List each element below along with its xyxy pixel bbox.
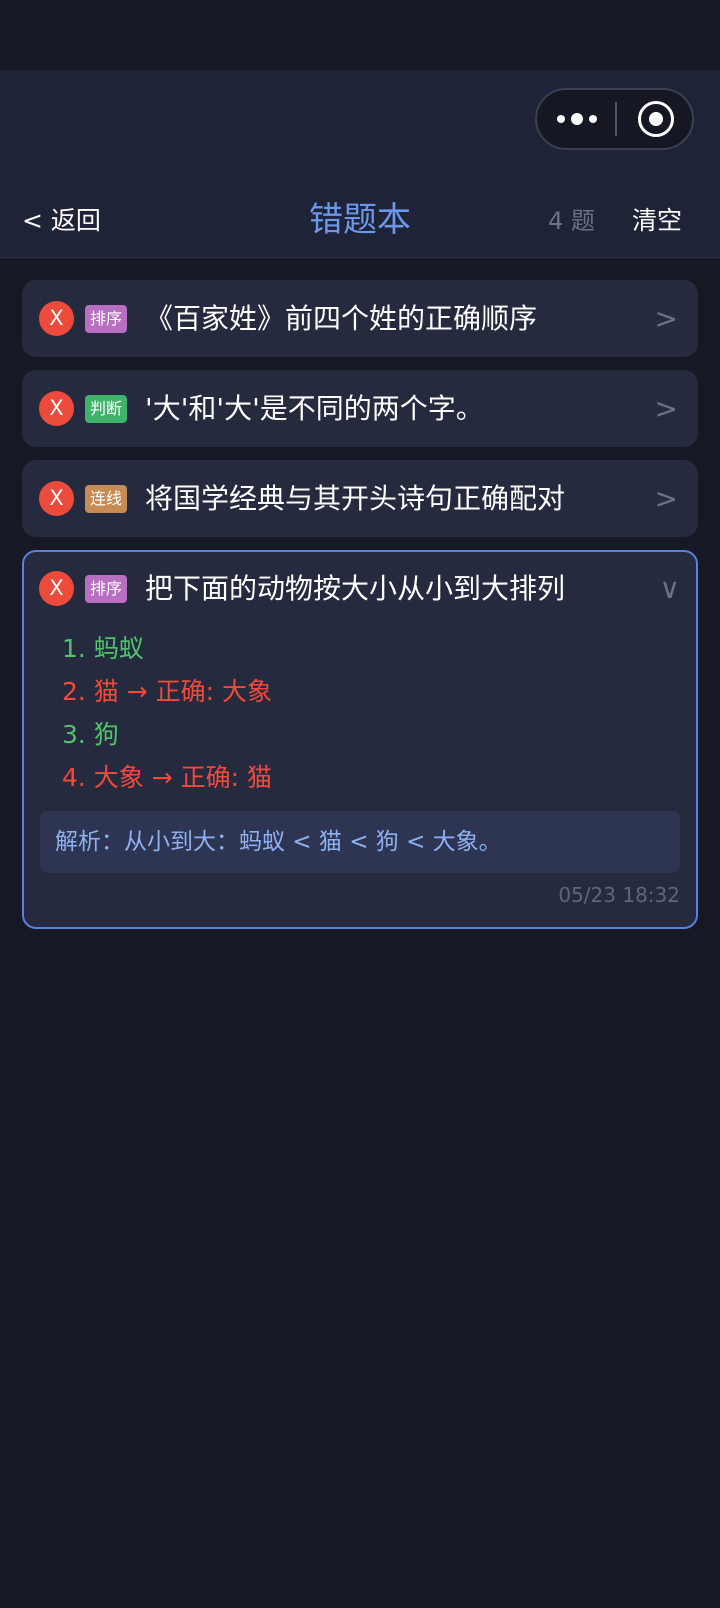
answer-item: 4. 大象 → 正确: 猫 [62, 763, 273, 792]
question-type-tag: 连线 [85, 485, 128, 513]
question-title: 把下面的动物按大小从小到大排列 [145, 572, 566, 605]
wrong-mark-icon: X [39, 571, 74, 606]
chevron-right-icon: > [654, 392, 678, 425]
wrong-question-list: X 排序 《百家姓》前四个姓的正确顺序 > X 判断 '大'和'大'是不同的两个… [22, 280, 698, 942]
question-card[interactable]: X 连线 将国学经典与其开头诗句正确配对 > [22, 460, 698, 537]
status-bar [0, 0, 720, 70]
more-dots-icon[interactable] [537, 90, 616, 148]
question-count: 4 题 [548, 207, 595, 235]
question-title: 《百家姓》前四个姓的正确顺序 [145, 302, 538, 335]
question-card[interactable]: X 排序 《百家姓》前四个姓的正确顺序 > [22, 280, 698, 357]
question-type-tag: 排序 [85, 305, 128, 333]
question-title: '大'和'大'是不同的两个字。 [145, 392, 484, 425]
clear-button[interactable]: 清空 [632, 200, 682, 242]
question-type-tag: 判断 [85, 395, 128, 423]
question-card-expanded[interactable]: X 排序 把下面的动物按大小从小到大排列 ∨ 1. 蚂蚁 2. 猫 → 正确: … [22, 550, 698, 929]
question-card[interactable]: X 判断 '大'和'大'是不同的两个字。 > [22, 370, 698, 447]
chevron-right-icon: > [654, 302, 678, 335]
timestamp: 05/23 18:32 [558, 883, 680, 907]
analysis-box: 解析：从小到大：蚂蚁 < 猫 < 狗 < 大象。 [40, 811, 680, 873]
question-type-tag: 排序 [85, 575, 128, 603]
target-circle-icon[interactable] [617, 90, 694, 148]
wrong-mark-icon: X [39, 301, 74, 336]
answer-item: 1. 蚂蚁 [62, 634, 144, 663]
mini-program-capsule [535, 88, 694, 150]
answer-item: 3. 狗 [62, 720, 119, 749]
chevron-down-icon[interactable]: ∨ [660, 570, 681, 608]
back-button[interactable]: < 返回 [22, 200, 101, 242]
wrong-mark-icon: X [39, 391, 74, 426]
answer-list: 1. 蚂蚁 2. 猫 → 正确: 大象 3. 狗 4. 大象 → 正确: 猫 [24, 627, 696, 799]
question-title: 将国学经典与其开头诗句正确配对 [145, 482, 566, 515]
answer-item: 2. 猫 → 正确: 大象 [62, 677, 273, 706]
wrong-mark-icon: X [39, 481, 74, 516]
chevron-right-icon: > [654, 482, 678, 515]
